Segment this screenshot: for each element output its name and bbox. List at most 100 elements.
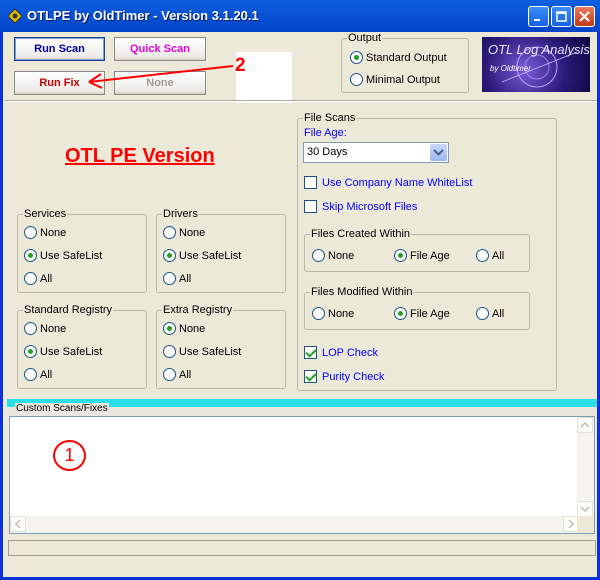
created-file-age-radio[interactable]: File Age [394,248,450,265]
drivers-none-radio[interactable]: None [163,225,206,242]
close-icon [579,11,590,22]
otlpe-window: OTLPE by OldTimer - Version 3.1.20.1 Run… [0,0,600,580]
radio-dot [350,72,363,86]
radio-dot [476,306,489,320]
radio-dot [312,306,325,320]
radio-dot [476,248,489,262]
radio-label: None [328,250,355,262]
radio-dot [163,367,176,381]
services-safelist-radio[interactable]: Use SafeList [24,248,102,265]
checkbox-box [304,345,317,359]
radio-dot [24,321,37,335]
services-all-radio[interactable]: All [24,271,53,288]
company-whitelist-checkbox[interactable]: Use Company Name WhiteList [304,175,473,192]
minimize-icon [534,19,540,21]
purity-check-checkbox[interactable]: Purity Check [304,369,385,386]
services-none-radio[interactable]: None [24,225,67,242]
radio-dot [163,271,176,285]
radio-label: All [492,308,505,320]
files-created-group: Files Created Within None File Age All [304,228,530,272]
radio-dot [163,321,176,335]
custom-scans-textarea[interactable] [9,416,595,534]
files-modified-legend: Files Modified Within [310,286,414,298]
radio-dot [24,367,37,381]
file-age-label: File Age: [304,127,347,139]
radio-dot [24,225,37,239]
arrow-down-icon [580,506,590,513]
file-age-select[interactable]: 30 Days [303,142,449,163]
radio-dot [163,225,176,239]
scroll-up-button[interactable] [577,417,593,433]
title-bar[interactable]: OTLPE by OldTimer - Version 3.1.20.1 [0,0,600,32]
radio-dot [394,306,407,320]
maximize-icon [556,11,567,22]
close-button[interactable] [574,6,595,27]
checkbox-label: Skip Microsoft Files [322,201,418,213]
radio-label: All [492,250,505,262]
radio-label: None [40,227,67,239]
file-age-value: 30 Days [307,146,348,158]
scroll-corner [577,516,594,533]
skip-microsoft-checkbox[interactable]: Skip Microsoft Files [304,199,418,216]
checkbox-label: Purity Check [322,371,385,383]
drivers-legend: Drivers [162,208,199,220]
radio-label: Use SafeList [179,346,242,358]
checkbox-label: Use Company Name WhiteList [322,177,473,189]
drivers-all-radio[interactable]: All [163,271,192,288]
extra-registry-legend: Extra Registry [162,304,234,316]
modified-file-age-radio[interactable]: File Age [394,306,450,323]
radio-label: All [179,273,192,285]
radio-label: File Age [410,250,450,262]
otl-logo: OTL Log Analysis by Oldtimer [482,37,590,92]
chevron-down-icon [433,149,444,156]
radio-label: Use SafeList [179,250,242,262]
extra-registry-all-radio[interactable]: All [163,367,191,384]
radio-label: None [328,308,355,320]
extra-registry-safelist-radio[interactable]: Use SafeList [163,344,242,361]
radio-dot [394,248,407,262]
radio-label: File Age [410,308,450,320]
created-all-radio[interactable]: All [476,248,505,265]
annotation-number-2: 2 [235,55,246,76]
std-registry-safelist-radio[interactable]: Use SafeList [24,344,102,361]
radio-label: Standard Output [366,52,447,64]
toolbar-divider-light [5,101,597,102]
radio-label: None [40,323,67,335]
status-bar [8,540,596,556]
otl-app-icon [7,8,23,24]
radio-dot [163,344,176,358]
files-modified-group: Files Modified Within None File Age All [304,286,530,330]
scroll-down-button[interactable] [577,501,593,517]
dropdown-button[interactable] [430,144,447,161]
radio-label: All [40,273,53,285]
radio-dot [312,248,325,262]
lop-check-checkbox[interactable]: LOP Check [304,345,378,362]
checkbox-box [304,199,317,213]
radio-dot [24,271,37,285]
minimize-button[interactable] [528,6,549,27]
drivers-safelist-radio[interactable]: Use SafeList [163,248,242,265]
files-created-legend: Files Created Within [310,228,412,240]
std-registry-all-radio[interactable]: All [24,367,53,384]
modified-none-radio[interactable]: None [312,306,355,323]
arrow-right-icon [568,519,575,529]
custom-scans-label: Custom Scans/Fixes [15,403,109,414]
horizontal-scrollbar[interactable] [10,516,579,533]
created-none-radio[interactable]: None [312,248,355,265]
extra-registry-none-radio[interactable]: None [163,321,205,338]
logo-title: OTL Log Analysis [488,42,590,57]
radio-label: None [179,227,206,239]
standard-output-radio[interactable]: Standard Output [350,50,447,67]
modified-all-radio[interactable]: All [476,306,505,323]
maximize-button[interactable] [551,6,572,27]
checkbox-box [304,175,317,189]
logo-subtitle: by Oldtimer [490,64,531,73]
checkbox-box [304,369,317,383]
vertical-scrollbar[interactable] [577,417,594,517]
minimal-output-radio[interactable]: Minimal Output [350,72,440,89]
std-registry-none-radio[interactable]: None [24,321,67,338]
scroll-left-button[interactable] [10,516,26,532]
radio-label: All [40,369,53,381]
radio-dot [24,248,37,262]
radio-label: Minimal Output [366,74,440,86]
